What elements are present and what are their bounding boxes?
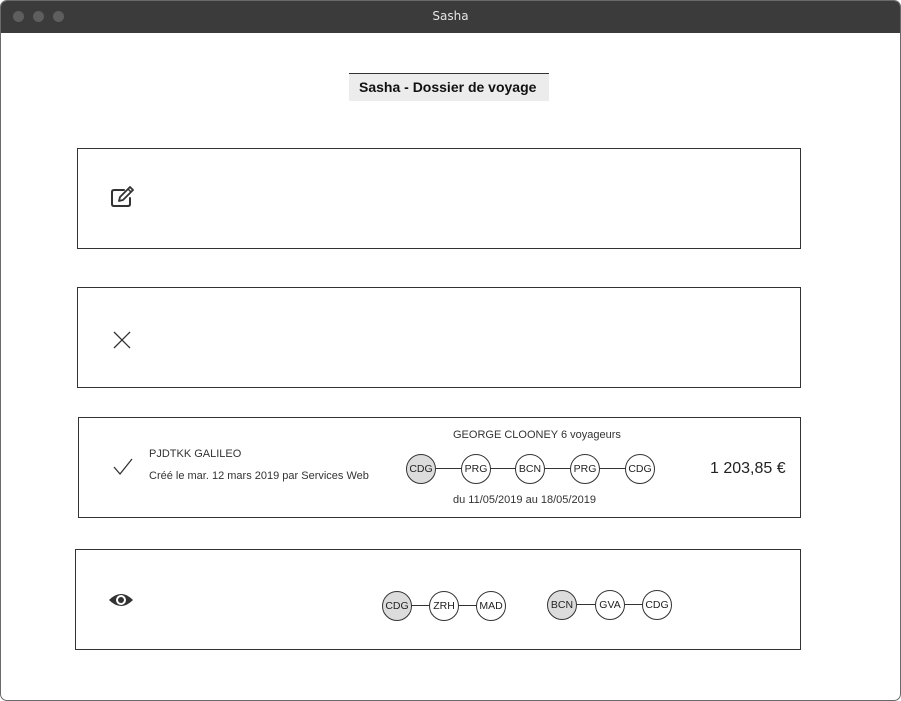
app-window: Sasha Sasha - Dossier de voyage PJDTKK G… — [0, 0, 901, 701]
created-label: Créé le mar. 12 mars 2019 par Services W… — [149, 470, 369, 482]
eye-icon[interactable] — [108, 591, 134, 609]
pnr-label: PJDTKK GALILEO — [149, 448, 242, 460]
check-icon — [113, 458, 133, 476]
page-title: Sasha - Dossier de voyage — [349, 73, 549, 101]
window-title: Sasha — [432, 9, 469, 23]
route-node: BCN — [515, 454, 545, 484]
route-node: BCN — [547, 590, 577, 620]
route-node: CDG — [406, 454, 436, 484]
close-icon[interactable] — [112, 330, 132, 350]
window-titlebar: Sasha — [1, 1, 900, 33]
route-node: CDG — [642, 590, 672, 620]
traveler-label: GEORGE CLOONEY 6 voyageurs — [453, 429, 621, 441]
return-route: BCN GVA CDG — [547, 590, 673, 620]
dossier-card-preview[interactable]: CDG ZRH MAD BCN GVA CDG — [75, 549, 801, 650]
dossier-card-edit[interactable] — [77, 148, 801, 249]
route-node: CDG — [382, 591, 412, 621]
route-node: PRG — [570, 454, 600, 484]
route-node: PRG — [461, 454, 491, 484]
outbound-route: CDG ZRH MAD — [382, 591, 508, 621]
itinerary-route: CDG PRG BCN PRG CDG — [406, 454, 656, 484]
dossier-card-booked[interactable]: PJDTKK GALILEO Créé le mar. 12 mars 2019… — [78, 417, 801, 518]
dossier-card-cancelled[interactable] — [77, 287, 801, 388]
price-label: 1 203,85 € — [710, 460, 786, 477]
route-node: MAD — [476, 591, 506, 621]
route-node: CDG — [625, 454, 655, 484]
date-range-label: du 11/05/2019 au 18/05/2019 — [453, 494, 596, 506]
route-node: GVA — [595, 590, 625, 620]
edit-icon[interactable] — [110, 186, 136, 208]
route-node: ZRH — [429, 591, 459, 621]
